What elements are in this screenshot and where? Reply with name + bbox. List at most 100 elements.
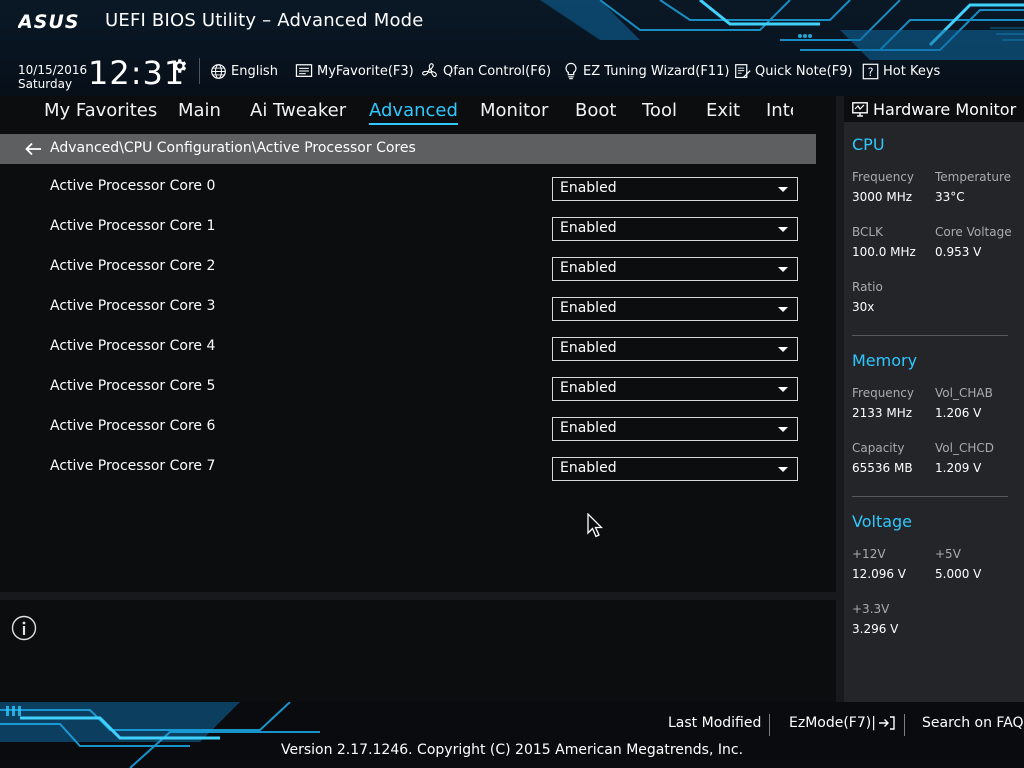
setting-row: Active Processor Core 2 Enabled	[0, 257, 836, 297]
v12-label: +12V	[852, 547, 886, 561]
setting-row: Active Processor Core 3 Enabled	[0, 297, 836, 337]
core-voltage-label: Core Voltage	[935, 225, 1012, 239]
v33-label: +3.3V	[852, 602, 890, 616]
core-0-dropdown[interactable]: Enabled	[552, 177, 798, 201]
footer-circuit-decoration	[0, 702, 320, 768]
cpu-temperature-value: 33°C	[935, 190, 965, 204]
core-voltage-value: 0.953 V	[935, 245, 982, 259]
core-2-dropdown[interactable]: Enabled	[552, 257, 798, 281]
core-1-dropdown[interactable]: Enabled	[552, 217, 798, 241]
window-title: UEFI BIOS Utility – Advanced Mode	[105, 10, 424, 31]
search-on-faq-button[interactable]: Search on FAQ	[922, 715, 1024, 731]
quick-note-label: Quick Note(F9)	[755, 63, 853, 79]
caret-down-icon	[778, 387, 788, 392]
ratio-value: 30x	[852, 300, 875, 314]
tab-monitor[interactable]: Monitor	[480, 100, 548, 122]
setting-row: Active Processor Core 7 Enabled	[0, 457, 836, 497]
gear-icon[interactable]	[170, 57, 188, 75]
breadcrumb[interactable]: Advanced\CPU Configuration\Active Proces…	[0, 134, 816, 164]
ez-tuning-wizard-label: EZ Tuning Wizard(F11)	[583, 63, 730, 79]
exit-to-ezmode-icon	[878, 716, 895, 730]
help-key-icon: ?	[862, 63, 879, 79]
setting-label: Active Processor Core 0	[50, 178, 216, 194]
tab-my-favorites[interactable]: My Favorites	[44, 100, 157, 122]
caret-down-icon	[778, 467, 788, 472]
toolbar-divider	[199, 58, 200, 84]
main-nav-tabs: My Favorites Main Ai Tweaker Advanced Mo…	[0, 96, 836, 126]
caret-down-icon	[778, 307, 788, 312]
dropdown-value: Enabled	[560, 380, 617, 396]
ezmode-label: EzMode(F7)|	[789, 715, 876, 731]
tab-main[interactable]: Main	[178, 100, 221, 122]
setting-label: Active Processor Core 3	[50, 298, 216, 314]
back-arrow-icon[interactable]	[24, 141, 42, 157]
fan-icon	[422, 63, 437, 78]
caret-down-icon	[778, 227, 788, 232]
capacity-label: Capacity	[852, 441, 905, 455]
vertical-divider	[836, 96, 844, 702]
section-divider	[852, 496, 1008, 497]
dropdown-value: Enabled	[560, 340, 617, 356]
day-text: Saturday	[18, 77, 73, 91]
setting-row: Active Processor Core 5 Enabled	[0, 377, 836, 417]
setting-label: Active Processor Core 6	[50, 418, 216, 434]
memory-frequency-label: Frequency	[852, 386, 914, 400]
setting-label: Active Processor Core 5	[50, 378, 216, 394]
hardware-monitor-header: Hardware Monitor	[844, 96, 1024, 122]
date-display: 10/15/2016 Saturday	[18, 63, 87, 91]
core-7-dropdown[interactable]: Enabled	[552, 457, 798, 481]
hot-keys-button[interactable]: ? Hot Keys	[862, 60, 940, 82]
svg-text:?: ?	[868, 65, 874, 78]
qfan-control-button[interactable]: Qfan Control(F6)	[421, 60, 551, 82]
core-3-dropdown[interactable]: Enabled	[552, 297, 798, 321]
ez-tuning-wizard-button[interactable]: EZ Tuning Wizard(F11)	[563, 60, 729, 82]
horizontal-divider	[0, 592, 836, 600]
v33-value: 3.296 V	[852, 622, 899, 636]
ezmode-button[interactable]: EzMode(F7)|	[789, 715, 896, 731]
setting-row: Active Processor Core 6 Enabled	[0, 417, 836, 457]
setting-label: Active Processor Core 2	[50, 258, 216, 274]
tab-boot[interactable]: Boot	[575, 100, 616, 122]
mouse-cursor-icon	[587, 513, 603, 538]
tab-ai-tweaker[interactable]: Ai Tweaker	[250, 100, 346, 122]
myfavorite-button[interactable]: MyFavorite(F3)	[295, 60, 414, 82]
last-modified-button[interactable]: Last Modified	[668, 715, 761, 731]
core-6-dropdown[interactable]: Enabled	[552, 417, 798, 441]
cpu-temperature-label: Temperature	[935, 170, 1012, 184]
tab-tool[interactable]: Tool	[642, 100, 677, 122]
setting-label: Active Processor Core 4	[50, 338, 216, 354]
cpu-frequency-value: 3000 MHz	[852, 190, 913, 204]
tab-advanced[interactable]: Advanced	[369, 100, 458, 125]
note-icon	[735, 63, 751, 78]
hardware-monitor-title: Hardware Monitor	[873, 100, 1017, 119]
help-description-panel	[0, 600, 836, 702]
language-button[interactable]: English	[210, 60, 278, 82]
quick-note-button[interactable]: Quick Note(F9)	[734, 60, 853, 82]
tab-exit[interactable]: Exit	[706, 100, 740, 122]
v5-label: +5V	[935, 547, 961, 561]
caret-down-icon	[778, 187, 788, 192]
bclk-value: 100.0 MHz	[852, 245, 916, 259]
memory-heading: Memory	[852, 351, 918, 370]
core-5-dropdown[interactable]: Enabled	[552, 377, 798, 401]
svg-text:ASUS: ASUS	[18, 11, 80, 31]
monitor-icon	[852, 102, 868, 117]
caret-down-icon	[778, 347, 788, 352]
settings-panel: Advanced\CPU Configuration\Active Proces…	[0, 126, 836, 592]
v12-value: 12.096 V	[852, 567, 907, 581]
vol-chcd-label: Vol_CHCD	[935, 441, 994, 455]
footer-divider	[904, 714, 905, 736]
dropdown-value: Enabled	[560, 260, 617, 276]
info-icon	[11, 615, 37, 641]
breadcrumb-path: Advanced\CPU Configuration\Active Proces…	[50, 140, 416, 156]
language-label: English	[231, 63, 278, 79]
top-header: ASUS UEFI BIOS Utility – Advanced Mode 1…	[0, 0, 1024, 96]
setting-row: Active Processor Core 4 Enabled	[0, 337, 836, 377]
cpu-frequency-label: Frequency	[852, 170, 914, 184]
ratio-label: Ratio	[852, 280, 883, 294]
cpu-heading: CPU	[852, 135, 885, 154]
core-4-dropdown[interactable]: Enabled	[552, 337, 798, 361]
caret-down-icon	[778, 267, 788, 272]
copyright-text: Version 2.17.1246. Copyright (C) 2015 Am…	[280, 742, 744, 758]
dropdown-value: Enabled	[560, 420, 617, 436]
